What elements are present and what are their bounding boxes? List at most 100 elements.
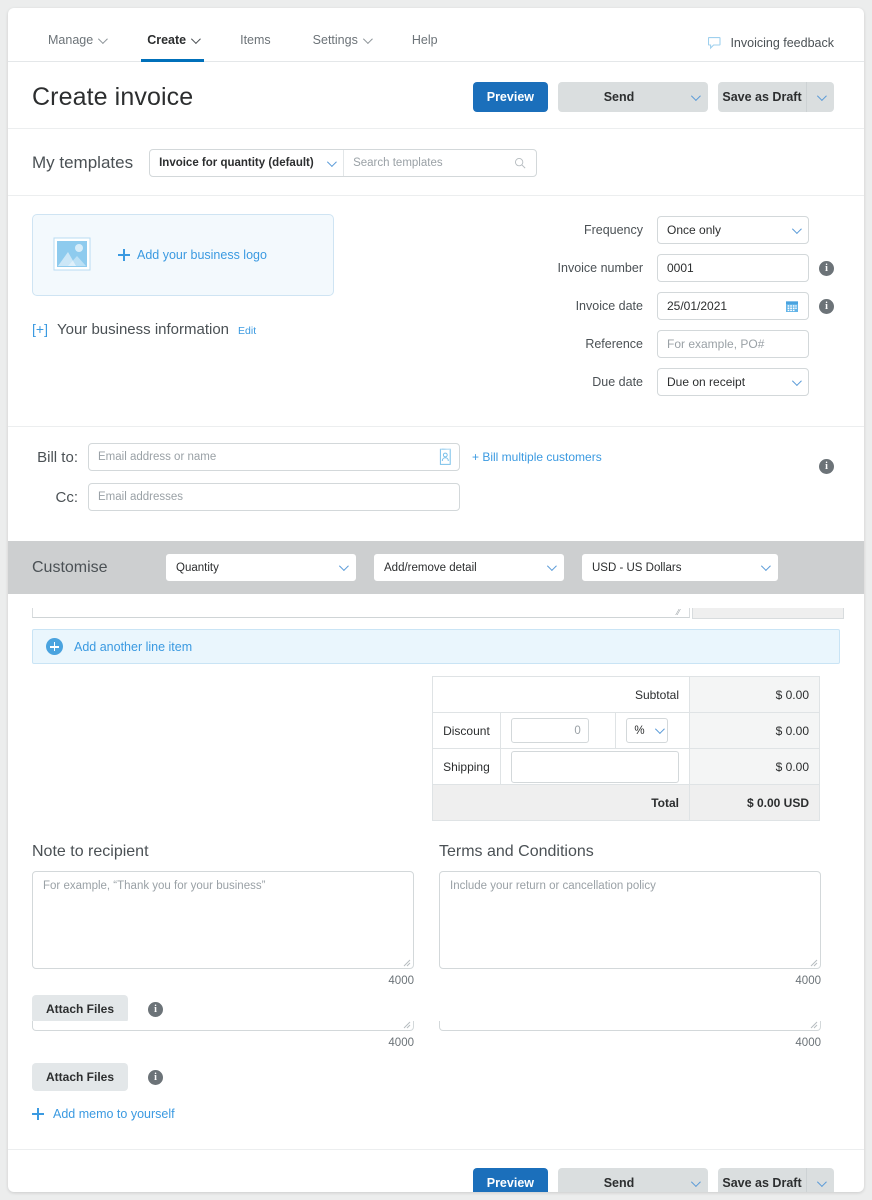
preview-button[interactable]: Preview xyxy=(472,82,548,112)
discount-unit-select[interactable]: % xyxy=(626,718,669,743)
send-button-label[interactable]: Send xyxy=(558,1168,680,1192)
resize-handle-icon[interactable] xyxy=(809,1020,818,1029)
totals-section: Subtotal $ 0.00 Discount 0 % $ 0.00 Ship… xyxy=(8,664,864,821)
nav-item-create[interactable]: Create xyxy=(141,33,205,62)
template-search-input[interactable]: Search templates xyxy=(344,150,536,176)
add-memo-label: Add memo to yourself xyxy=(53,1107,175,1121)
page-header: Create invoice Preview Send Save as Draf… xyxy=(8,62,864,129)
field-row-due-date: Due date Due on receipt xyxy=(478,368,834,396)
bill-multiple-customers-link[interactable]: + Bill multiple customers xyxy=(472,450,602,464)
resize-handle-icon[interactable] xyxy=(809,958,818,967)
chevron-down-icon xyxy=(791,375,802,386)
field-row-reference: Reference For example, PO# xyxy=(478,330,834,358)
calendar-icon[interactable] xyxy=(785,299,799,313)
field-row-invoice-number: Invoice number 0001 i xyxy=(478,254,834,282)
shipping-input[interactable] xyxy=(510,750,679,783)
due-date-select[interactable]: Due on receipt xyxy=(657,368,809,396)
save-as-draft-label[interactable]: Save as Draft xyxy=(718,82,806,112)
attach-files-button-secondary[interactable]: Attach Files xyxy=(32,1063,129,1091)
shipping-input-cell xyxy=(499,748,691,785)
cc-label: Cc: xyxy=(55,488,79,506)
save-as-draft-dropdown-toggle[interactable] xyxy=(806,1168,834,1192)
terms-textarea[interactable]: Include your return or cancellation poli… xyxy=(439,871,821,969)
field-label: Reference xyxy=(585,337,643,351)
nav-item-help[interactable]: Help xyxy=(412,33,438,62)
attach-files-row: Attach Files i xyxy=(32,995,834,1023)
save-as-draft-split-button[interactable]: Save as Draft xyxy=(718,82,834,112)
logo-column: Add your business logo [+] Your business… xyxy=(32,214,362,406)
resize-handle-icon[interactable]: ⁄⁄ xyxy=(677,608,680,617)
discount-unit-value: % xyxy=(634,724,645,737)
resize-handle-icon[interactable] xyxy=(402,1020,411,1029)
header-actions: Preview Send Save as Draft xyxy=(472,82,834,112)
business-information-edit-link[interactable]: Edit xyxy=(238,325,256,337)
save-as-draft-label[interactable]: Save as Draft xyxy=(718,1168,806,1192)
line-item-amount-cell xyxy=(692,608,844,619)
speech-bubble-icon xyxy=(708,37,722,50)
send-dropdown-toggle[interactable] xyxy=(680,82,708,112)
frequency-select[interactable]: Once only xyxy=(657,216,809,244)
info-icon[interactable]: i xyxy=(148,1001,164,1017)
business-information-row[interactable]: [+] Your business information Edit xyxy=(32,321,362,338)
reference-input[interactable]: For example, PO# xyxy=(657,330,809,358)
resize-handle-icon[interactable] xyxy=(402,958,411,967)
clipped-terms-textarea-edge[interactable] xyxy=(439,1021,821,1031)
invoice-date-input[interactable]: 25/01/2021 xyxy=(657,292,809,320)
chevron-down-icon xyxy=(760,561,771,572)
cc-input[interactable]: Email addresses xyxy=(88,483,460,511)
template-select[interactable]: Invoice for quantity (default) xyxy=(150,150,345,176)
send-dropdown-toggle[interactable] xyxy=(680,1168,708,1192)
template-select-value: Invoice for quantity (default) xyxy=(159,157,314,169)
attach-files-button[interactable]: Attach Files xyxy=(32,995,129,1023)
line-item-description-cell[interactable] xyxy=(32,608,690,618)
info-icon[interactable]: i xyxy=(148,1069,164,1085)
reference-placeholder: For example, PO# xyxy=(667,337,765,351)
total-label: Total xyxy=(432,784,690,821)
info-icon[interactable]: i xyxy=(819,260,834,276)
note-char-counter: 4000 xyxy=(388,975,414,987)
save-as-draft-split-button-footer[interactable]: Save as Draft xyxy=(718,1168,834,1192)
clipped-note-textarea-edge[interactable] xyxy=(32,1021,414,1031)
line-item-row-clipped: ⁄⁄ xyxy=(32,600,844,624)
invoice-number-value: 0001 xyxy=(667,261,694,275)
note-to-recipient-textarea[interactable]: For example, “Thank you for your busines… xyxy=(32,871,414,969)
bill-to-input[interactable]: Email address or name xyxy=(88,443,460,471)
info-icon[interactable]: i xyxy=(819,298,834,314)
customise-detail-select[interactable]: Add/remove detail xyxy=(374,554,564,581)
customise-currency-select[interactable]: USD - US Dollars xyxy=(582,554,778,581)
search-icon xyxy=(515,157,526,169)
add-business-logo-dropzone[interactable]: Add your business logo xyxy=(32,214,334,296)
bill-to-row: Bill to: Email address or name + Bill mu… xyxy=(32,443,834,471)
chevron-down-icon xyxy=(327,156,337,167)
invoice-number-input[interactable]: 0001 xyxy=(657,254,809,282)
invoice-page-card: Manage Create Items Settings Help Invoic… xyxy=(8,8,864,1192)
info-icon[interactable]: i xyxy=(819,459,834,474)
discount-unit-cell: % xyxy=(615,712,690,749)
add-logo-label: Add your business logo xyxy=(137,248,267,262)
chevron-down-icon xyxy=(690,1176,701,1187)
invoicing-feedback-link[interactable]: Invoicing feedback xyxy=(708,36,834,50)
nav-item-items[interactable]: Items xyxy=(240,33,271,62)
nav-item-manage[interactable]: Manage xyxy=(48,33,109,62)
bill-to-label: Bill to: xyxy=(37,448,78,466)
field-label: Frequency xyxy=(583,223,643,237)
add-memo-link[interactable]: Add memo to yourself xyxy=(32,1107,834,1121)
clipped-textarea-edges xyxy=(32,1021,834,1031)
add-logo-cta: Add your business logo xyxy=(118,248,267,262)
bill-to-placeholder: Email address or name xyxy=(98,451,217,463)
send-split-button[interactable]: Send xyxy=(558,82,708,112)
add-line-item-button[interactable]: Add another line item xyxy=(32,629,840,664)
nav-item-settings[interactable]: Settings xyxy=(313,33,373,62)
customise-layout-select[interactable]: Quantity xyxy=(166,554,356,581)
send-split-button-footer[interactable]: Send xyxy=(558,1168,708,1192)
total-value: $ 0.00 USD xyxy=(689,784,820,821)
top-navbar: Manage Create Items Settings Help Invoic… xyxy=(8,8,864,62)
send-button-label[interactable]: Send xyxy=(558,82,680,112)
preview-button-footer[interactable]: Preview xyxy=(472,1168,548,1192)
contact-card-icon[interactable] xyxy=(437,448,453,466)
plus-circle-icon xyxy=(46,638,63,655)
discount-input[interactable]: 0 xyxy=(510,718,589,743)
customise-label: Customise xyxy=(32,558,108,576)
customise-layout-value: Quantity xyxy=(176,561,219,574)
save-as-draft-dropdown-toggle[interactable] xyxy=(806,82,834,112)
